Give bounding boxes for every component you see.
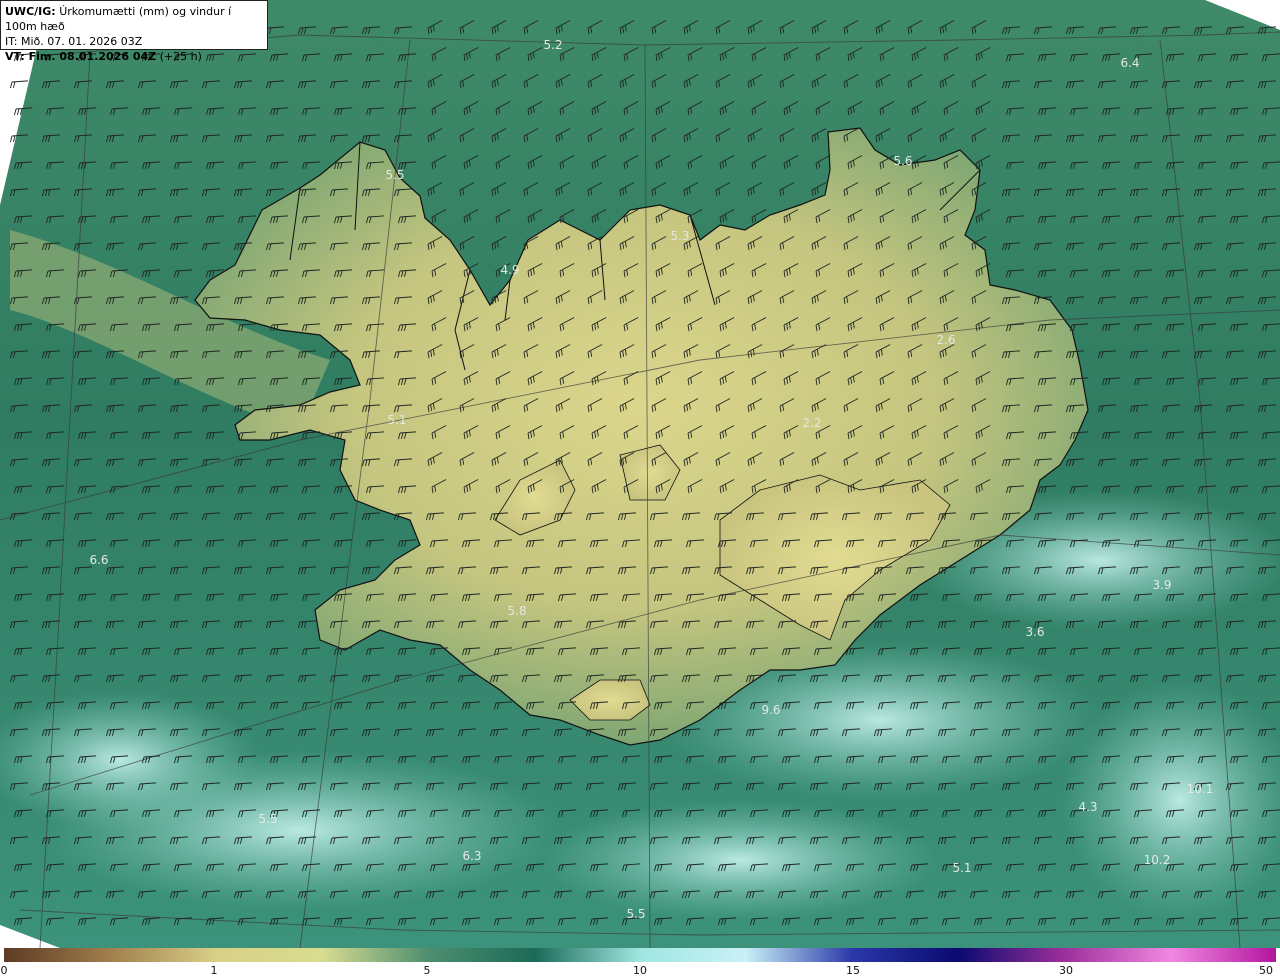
value-label: 5.1 — [952, 861, 971, 875]
value-label: 6.6 — [89, 553, 108, 567]
value-label: 6.3 — [462, 849, 481, 863]
value-label: 6.4 — [1120, 56, 1139, 70]
forecast-map: 5.2 6.4 5.6 5.5 5.3 4.9 2.6 5.1 2.2 6.6 … — [0, 0, 1280, 949]
value-label: 5.3 — [670, 229, 689, 243]
colorbar-tick: 0 — [0, 964, 8, 977]
value-label: 5.5 — [626, 907, 645, 921]
lead-time: (+25 h) — [156, 50, 202, 63]
valid-time: VT: Fim. 08.01.2026 04Z — [5, 50, 157, 63]
colorbar-tick: 1 — [210, 964, 218, 977]
value-label: 3.6 — [1025, 625, 1044, 639]
colorbar-tick: 30 — [1059, 964, 1073, 977]
value-label: 5.5 — [385, 168, 404, 182]
value-label: 5.1 — [387, 413, 406, 427]
value-label: 5.5 — [258, 812, 277, 826]
map-info-box: UWC/IG: Úrkomumætti (mm) og vindur í 100… — [0, 0, 268, 63]
colorbar-tick: 5 — [423, 964, 431, 977]
value-label: 5.2 — [543, 38, 562, 52]
model-name: UWC/IG: — [5, 5, 56, 18]
value-label: 3.9 — [1152, 578, 1171, 592]
init-time: IT: Mið. 07. 01. 2026 03Z — [5, 35, 143, 48]
colorbar-tick: 15 — [846, 964, 860, 977]
valid-time-line: VT: Fim. 08.01.2026 04Z (+25 h) — [5, 49, 263, 64]
title-line: UWC/IG: Úrkomumætti (mm) og vindur í 100… — [5, 4, 263, 34]
map-canvas: 5.2 6.4 5.6 5.5 5.3 4.9 2.6 5.1 2.2 6.6 … — [0, 0, 1280, 949]
value-label: 4.3 — [1078, 800, 1097, 814]
value-label: 2.2 — [802, 416, 821, 430]
value-label: 10.2 — [1144, 853, 1171, 867]
colorbar: 0 1 5 10 15 30 50 — [0, 948, 1280, 978]
value-label: 2.6 — [936, 333, 955, 347]
value-label: 10.1 — [1187, 782, 1214, 796]
value-label: 5.8 — [507, 604, 526, 618]
colorbar-tick: 10 — [633, 964, 647, 977]
value-label: 5.6 — [893, 154, 912, 168]
value-label: 9.6 — [761, 703, 780, 717]
value-label: 4.9 — [500, 263, 519, 277]
colorbar-tick: 50 — [1259, 964, 1273, 977]
colorbar-strip — [4, 948, 1276, 962]
